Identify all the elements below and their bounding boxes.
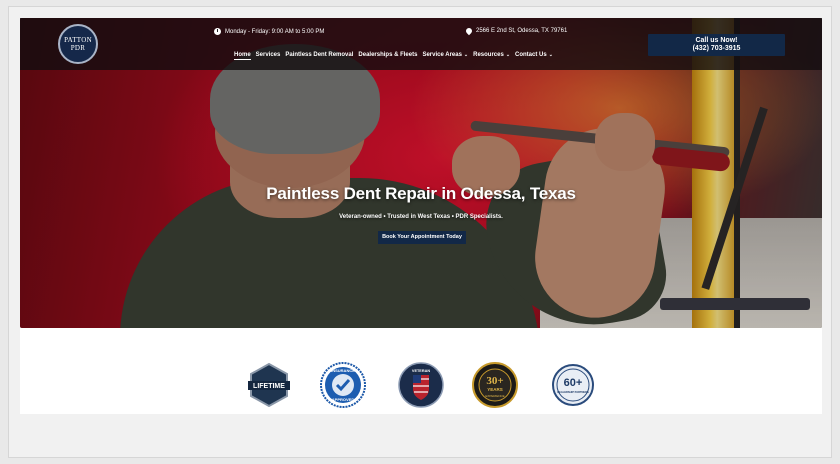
dealer-sub: DEALERSHIP PARTNERS [557, 390, 589, 394]
nav-label: Contact Us [515, 52, 547, 58]
nav-label: Services [255, 52, 281, 58]
approved-label: APPROVED [332, 397, 355, 402]
lifetime-label: LIFETIME [253, 383, 285, 390]
nav-item-service-areas[interactable]: Service Areas ⌄ [422, 52, 468, 60]
map-pin-icon [464, 26, 474, 36]
chevron-down-icon: ⌄ [463, 52, 469, 58]
address[interactable]: 2566 E 2nd St, Odessa, TX 79761 [464, 26, 568, 36]
insurance-label: INSURANCE [331, 368, 355, 373]
address-text: 2566 E 2nd St, Odessa, TX 79761 [476, 28, 568, 34]
years-word: YEARS [487, 387, 503, 392]
main-nav: Home Services Paintless Dent Removal Dea… [234, 52, 553, 60]
nav-label: Resources [473, 52, 504, 58]
hours-text: Monday - Friday: 9:00 AM to 5:00 PM [225, 28, 325, 35]
years-number: 30+ [486, 375, 503, 387]
insurance-approved-badge: INSURANCE APPROVED [320, 362, 366, 408]
call-now-button[interactable]: Call us Now! (432) 703-3915 [648, 34, 785, 56]
veteran-owned-badge: VETERAN [398, 362, 444, 408]
lifetime-warranty-badge: LIFETIME [248, 362, 290, 408]
call-label: Call us Now! [695, 37, 738, 44]
nav-item-services[interactable]: Services [256, 52, 281, 60]
dealer-number: 60+ [564, 377, 583, 389]
nav-label: Service Areas [422, 52, 462, 58]
years-sub: EXPERIENCE [485, 394, 504, 398]
book-appointment-button[interactable]: Book Your Appointment Today [378, 231, 466, 244]
nav-item-contact-us[interactable]: Contact Us ⌄ [515, 52, 553, 60]
nav-label: Paintless Dent Removal [285, 52, 354, 58]
nav-label: Dealerships & Fleets [358, 52, 418, 58]
dealership-partners-badge: 60+ DEALERSHIP PARTNERS [552, 364, 594, 406]
nav-label: Home [234, 52, 251, 58]
nav-item-home[interactable]: Home [234, 52, 251, 60]
logo-line1: PATTON [64, 36, 92, 44]
nav-item-paintless-dent-removal[interactable]: Paintless Dent Removal [285, 52, 353, 60]
clock-icon [214, 28, 221, 35]
logo-line2: PDR [70, 44, 86, 52]
veteran-label: VETERAN [412, 369, 430, 373]
nav-item-resources[interactable]: Resources ⌄ [473, 52, 510, 60]
trust-badges: LIFETIME INSURANCE APPROVED VETERAN 30+ … [20, 328, 822, 414]
chevron-down-icon: ⌄ [505, 52, 511, 58]
chevron-down-icon: ⌄ [548, 52, 553, 58]
business-hours: Monday - Friday: 9:00 AM to 5:00 PM [214, 28, 324, 35]
site-logo[interactable]: PATTON PDR [58, 24, 98, 64]
call-phone: (432) 703-3915 [692, 45, 741, 52]
hero-title: Paintless Dent Repair in Odessa, Texas [266, 184, 576, 203]
hero-subtitle: Veteran-owned • Trusted in West Texas • … [339, 214, 503, 220]
nav-item-dealerships-fleets[interactable]: Dealerships & Fleets [358, 52, 417, 60]
years-experience-badge: 30+ YEARS EXPERIENCE [472, 362, 518, 408]
